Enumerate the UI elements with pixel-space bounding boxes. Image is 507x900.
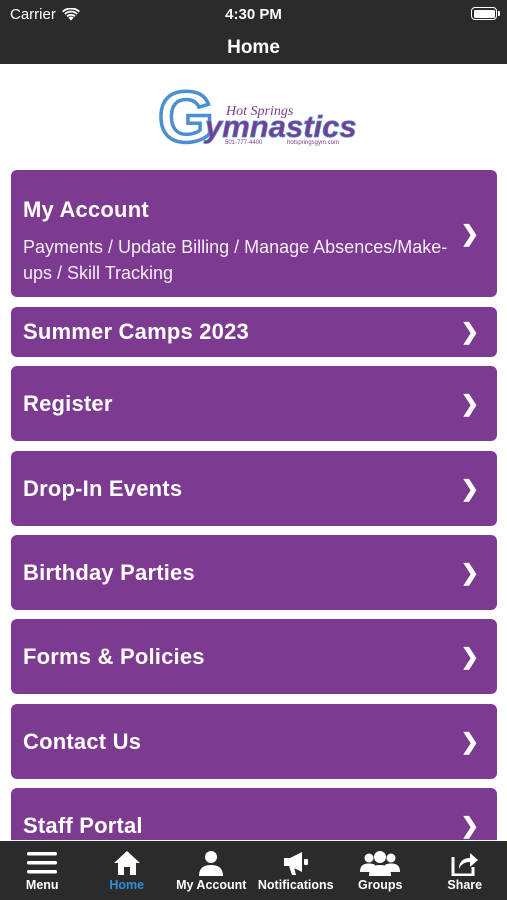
battery-icon: [471, 7, 500, 20]
hamburger-icon: [27, 852, 58, 874]
tab-label: Share: [447, 878, 483, 892]
tab-label: Menu: [25, 878, 59, 892]
megaphone-icon: [283, 852, 308, 875]
menu-item-label: Birthday Parties: [23, 560, 195, 585]
menu-item-label: My Account: [23, 197, 149, 222]
chevron-right-icon: ❯: [460, 728, 479, 754]
menu-item-register[interactable]: Register ❯: [11, 366, 497, 441]
chevron-right-icon: ❯: [460, 643, 479, 669]
home-icon: [113, 851, 140, 875]
menu-list: My Account Payments / Update Billing / M…: [11, 170, 497, 840]
tab-label: Notifications: [257, 878, 334, 892]
menu-item-my-account[interactable]: My Account Payments / Update Billing / M…: [11, 170, 497, 297]
menu-item-label: Drop-In Events: [23, 476, 183, 501]
status-bar: Carrier 4:30 PM: [0, 0, 507, 30]
menu-item-staff-portal[interactable]: Staff Portal ❯: [11, 788, 497, 840]
chevron-right-icon: ❯: [460, 475, 479, 501]
tab-bar: Menu Home My Account Notifications Group…: [0, 841, 507, 900]
chevron-right-icon: ❯: [460, 559, 479, 585]
status-time: 4:30 PM: [225, 6, 282, 23]
tab-label: Home: [109, 878, 145, 892]
menu-item-label: Contact Us: [23, 729, 142, 754]
tab-notifications[interactable]: Notifications: [254, 841, 339, 900]
logo-area: G ymnastics Hot Springs 501-777-4400 hot…: [0, 64, 507, 164]
logo-website: hotspringsgym.com: [287, 140, 339, 146]
menu-item-birthday-parties[interactable]: Birthday Parties ❯: [11, 535, 497, 610]
menu-item-summer-camps[interactable]: Summer Camps 2023 ❯: [11, 307, 497, 357]
tab-home[interactable]: Home: [85, 841, 170, 900]
person-icon: [199, 851, 224, 876]
menu-item-drop-in-events[interactable]: Drop-In Events ❯: [11, 451, 497, 526]
tab-menu[interactable]: Menu: [0, 841, 85, 900]
menu-item-label: Forms & Policies: [23, 644, 205, 669]
chevron-right-icon: ❯: [460, 390, 479, 416]
logo-script-text: Hot Springs: [225, 104, 294, 119]
chevron-right-icon: ❯: [460, 812, 479, 838]
page-title: Home: [227, 37, 280, 58]
chevron-right-icon: ❯: [460, 220, 479, 246]
tab-my-account[interactable]: My Account: [169, 841, 254, 900]
tab-groups[interactable]: Groups: [338, 841, 423, 900]
menu-item-contact-us[interactable]: Contact Us ❯: [11, 704, 497, 779]
group-icon: [360, 851, 401, 876]
menu-item-label: Summer Camps 2023: [23, 319, 249, 344]
hot-springs-gymnastics-logo: G ymnastics Hot Springs 501-777-4400 hot…: [156, 76, 357, 160]
tab-label: My Account: [176, 878, 247, 892]
share-icon: [451, 853, 478, 876]
chevron-right-icon: ❯: [460, 319, 479, 344]
menu-item-label: Staff Portal: [23, 813, 143, 838]
menu-item-label: Register: [23, 391, 113, 416]
top-bar: Carrier 4:30 PM Home: [0, 0, 507, 64]
tab-share[interactable]: Share: [423, 841, 507, 900]
menu-item-forms-policies[interactable]: Forms & Policies ❯: [11, 619, 497, 694]
menu-item-subtitle: Payments / Update Billing / Manage Absen…: [23, 237, 448, 283]
tab-label: Groups: [358, 878, 403, 892]
logo-phone: 501-777-4400: [225, 140, 263, 146]
